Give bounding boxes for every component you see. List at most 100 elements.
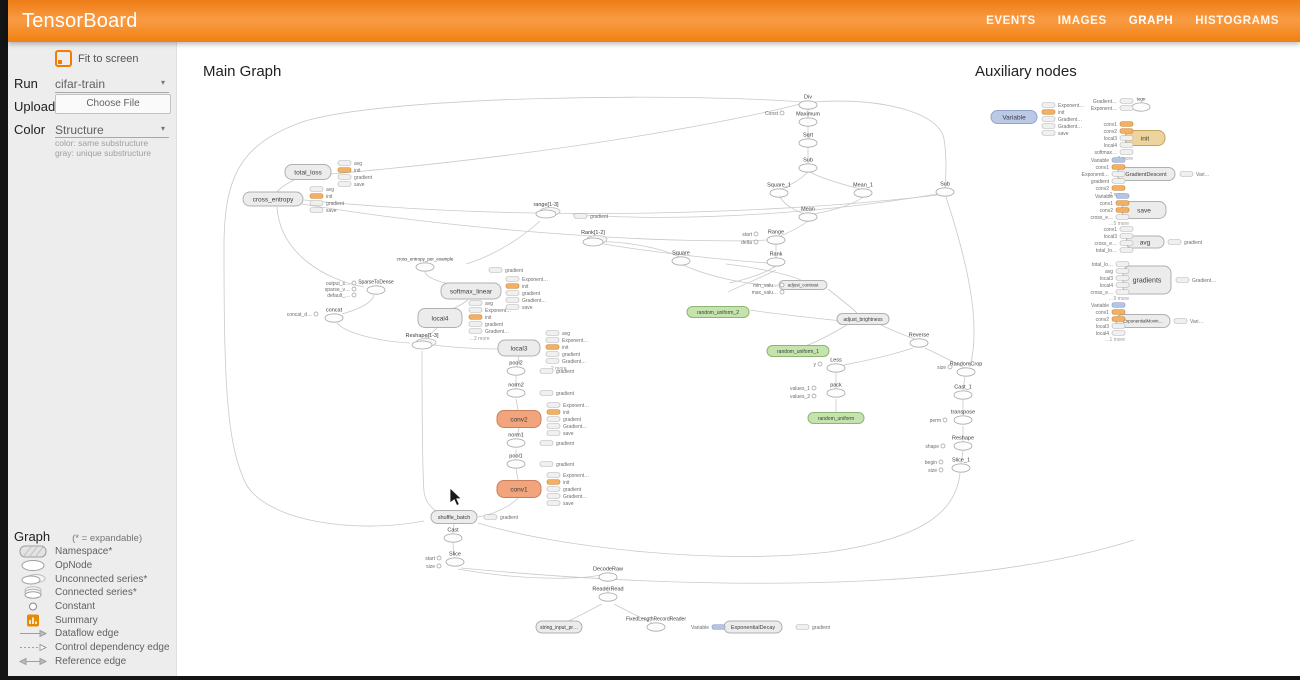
graph-node-aux-Variable[interactable]: Variable: [991, 111, 1037, 124]
graph-annotation[interactable]: Gradient…: [1042, 124, 1082, 130]
graph-node-string_input_producer[interactable]: string_input_pr…: [536, 621, 582, 633]
graph-annotation[interactable]: gradient: [484, 515, 519, 521]
graph-annotation[interactable]: start: [742, 232, 758, 238]
graph-annotation[interactable]: …1 more: [1104, 337, 1125, 343]
graph-annotation[interactable]: gradient: [540, 462, 575, 468]
graph-annotation[interactable]: save: [547, 501, 574, 507]
graph-node-adjust_contrast[interactable]: adjust_contrast: [779, 281, 827, 290]
graph-annotation[interactable]: gradient: [574, 214, 609, 220]
graph-annotation[interactable]: size: [937, 365, 952, 371]
graph-node-Slice_1[interactable]: Slice_1: [952, 458, 970, 473]
graph-node-Square_1[interactable]: Square_1: [767, 183, 791, 198]
graph-annotation[interactable]: conv1: [1104, 122, 1133, 128]
chevron-down-icon[interactable]: ▾: [161, 124, 165, 133]
graph-node-pack[interactable]: pack: [827, 383, 845, 398]
graph-node-Cast[interactable]: Cast: [444, 528, 462, 543]
graph-node-aux-GradientDescent[interactable]: GradientDescent: [1117, 168, 1175, 181]
graph-annotation[interactable]: save: [547, 431, 574, 437]
graph-annotation[interactable]: Variable: [1091, 303, 1125, 309]
graph-node-cross_entropy_per_example[interactable]: cross_entropy_per_example: [397, 257, 454, 272]
graph-node-random_uniform_1[interactable]: random_uniform_1: [767, 346, 829, 357]
graph-node-ExponentialDecay[interactable]: ExponentialDecay: [724, 621, 782, 633]
fit-to-screen-icon[interactable]: [55, 50, 72, 67]
graph-annotation[interactable]: concat_d…: [287, 312, 318, 318]
graph-node-ReaderRead[interactable]: ReaderRead: [592, 587, 623, 602]
graph-annotation[interactable]: Gradient…: [546, 359, 586, 365]
chevron-down-icon[interactable]: ▾: [161, 78, 165, 87]
graph-node-Square[interactable]: Square: [672, 251, 690, 266]
graph-node-Sub-right[interactable]: Sub: [936, 182, 954, 197]
graph-annotation[interactable]: values_2: [790, 394, 816, 400]
graph-node-Reverse[interactable]: Reverse: [909, 333, 929, 348]
graph-node-cross_entropy[interactable]: cross_entropy: [243, 192, 303, 206]
graph-node-concat[interactable]: concat: [325, 308, 343, 323]
graph-annotation[interactable]: save: [1042, 131, 1069, 137]
graph-annotation[interactable]: …9 more: [1108, 296, 1129, 302]
nav-tab-images[interactable]: IMAGES: [1058, 15, 1107, 27]
graph-annotation[interactable]: begin: [925, 460, 943, 466]
graph-annotation[interactable]: local3: [1096, 324, 1125, 330]
graph-annotation[interactable]: init: [547, 480, 570, 486]
graph-node-conv2[interactable]: conv2: [497, 411, 541, 428]
graph-annotation[interactable]: local4: [1104, 143, 1133, 149]
graph-node-local4[interactable]: local4: [418, 309, 462, 328]
graph-annotation[interactable]: gradient: [338, 175, 373, 181]
graph-node-local3[interactable]: local3: [498, 340, 540, 356]
graph-annotation[interactable]: conv1: [1104, 227, 1133, 233]
graph-node-Maximum[interactable]: Maximum: [796, 112, 820, 127]
graph-node-pool2[interactable]: pool2: [507, 361, 525, 376]
graph-annotation[interactable]: y: [814, 362, 823, 368]
graph-node-DecodeRaw[interactable]: DecodeRaw: [593, 567, 623, 582]
graph-annotation[interactable]: avg: [310, 187, 334, 193]
graph-annotation[interactable]: gradient: [1091, 179, 1125, 185]
graph-node-Cast_1[interactable]: Cast_1: [954, 385, 972, 400]
graph-annotation[interactable]: values_1: [790, 386, 816, 392]
graph-annotation[interactable]: avg: [469, 301, 493, 307]
graph-node-Div[interactable]: Div: [799, 95, 817, 110]
graph-node-Sub[interactable]: Sub: [799, 158, 817, 173]
graph-node-FixedLengthRecordReader[interactable]: FixedLengthRecordReader: [626, 617, 686, 632]
graph-node-norm2[interactable]: norm2: [507, 383, 525, 398]
graph-annotation[interactable]: Gradient…: [1176, 278, 1216, 284]
graph-annotation[interactable]: delta: [741, 240, 758, 246]
graph-annotation[interactable]: init: [506, 284, 529, 290]
graph-annotation[interactable]: gradient: [540, 369, 575, 375]
graph-annotation[interactable]: size: [426, 564, 441, 570]
fit-to-screen-label[interactable]: Fit to screen: [78, 53, 139, 65]
graph-annotation[interactable]: start: [425, 556, 441, 562]
nav-tab-events[interactable]: EVENTS: [986, 15, 1036, 27]
graph-annotation[interactable]: Vari…: [1180, 172, 1210, 178]
graph-node-Sqrt[interactable]: Sqrt: [799, 133, 817, 148]
graph-annotation[interactable]: Gradient…: [469, 329, 509, 335]
graph-annotation[interactable]: shape: [925, 444, 945, 450]
graph-annotation[interactable]: Gradient…: [547, 424, 587, 430]
graph-node-range-1-3[interactable]: range[1-3]: [533, 202, 560, 218]
graph-annotation[interactable]: …2 more: [469, 336, 490, 342]
graph-annotation[interactable]: gradient: [796, 625, 831, 631]
graph-annotation[interactable]: Exponent…: [1042, 103, 1084, 109]
graph-annotation[interactable]: Exponent…: [469, 308, 511, 314]
graph-annotation[interactable]: Gradient…: [547, 494, 587, 500]
graph-annotation[interactable]: gradient: [540, 391, 575, 397]
graph-annotation[interactable]: Gradient…: [1093, 99, 1133, 105]
graph-node-adjust_brightness[interactable]: adjust_brightness: [837, 314, 889, 325]
graph-node-Reshape-1-3[interactable]: Reshape[1-3]: [405, 333, 438, 349]
graph-annotation[interactable]: Variable: [691, 625, 725, 631]
graph-node-Mean[interactable]: Mean: [799, 207, 817, 222]
graph-annotation[interactable]: total_lo…: [1092, 262, 1129, 268]
graph-node-norm1[interactable]: norm1: [507, 433, 525, 448]
nav-tab-graph[interactable]: GRAPH: [1129, 15, 1174, 27]
graph-annotation[interactable]: size: [928, 468, 943, 474]
graph-annotation[interactable]: gradient: [469, 322, 504, 328]
graph-annotation[interactable]: Gradient…: [1042, 117, 1082, 123]
graph-annotation[interactable]: gradient: [489, 268, 524, 274]
graph-annotation[interactable]: default_…: [327, 293, 356, 299]
graph-node-random_uniform[interactable]: random_uniform: [808, 413, 864, 424]
graph-canvas[interactable]: total_losscross_entropysoftmax_linearloc…: [184, 42, 1300, 676]
graph-annotation[interactable]: perm: [930, 418, 947, 424]
graph-annotation[interactable]: Vari…: [1174, 319, 1204, 325]
graph-node-random_uniform_2[interactable]: random_uniform_2: [687, 307, 749, 318]
graph-node-aux-gradients[interactable]: gradients: [1123, 266, 1171, 294]
graph-annotation[interactable]: init: [1042, 110, 1065, 116]
graph-node-pool1[interactable]: pool1: [507, 454, 525, 469]
